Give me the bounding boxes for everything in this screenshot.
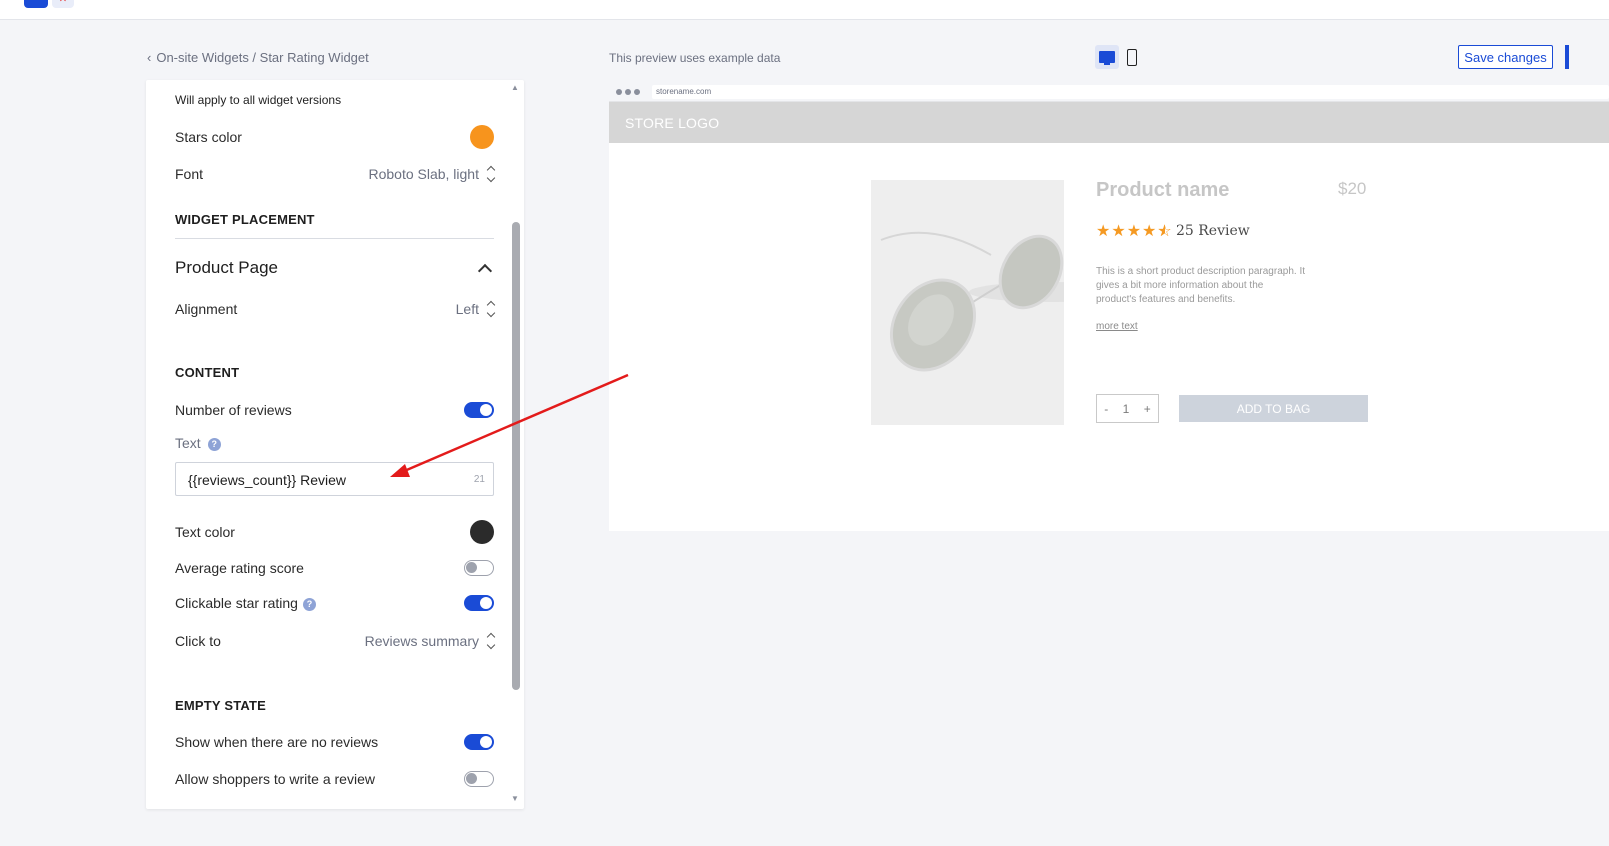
star-icon: ★ bbox=[1126, 223, 1142, 240]
allow-write-row: Allow shoppers to write a review bbox=[175, 771, 494, 787]
widget-placement-heading: WIDGET PLACEMENT bbox=[175, 212, 315, 227]
text-color-label: Text color bbox=[175, 524, 235, 540]
review-count-text[interactable]: 25 Review bbox=[1176, 223, 1250, 239]
click-to-row[interactable]: Click to Reviews summary bbox=[175, 632, 496, 650]
text-field-label: Text? bbox=[175, 435, 221, 451]
updown-icon bbox=[486, 165, 496, 183]
number-of-reviews-toggle[interactable] bbox=[464, 402, 494, 418]
font-select[interactable]: Roboto Slab, light bbox=[368, 165, 496, 183]
top-bar: ✕ bbox=[0, 0, 1609, 20]
product-page-title: Product Page bbox=[175, 258, 279, 277]
number-of-reviews-row: Number of reviews bbox=[175, 402, 494, 418]
font-value: Roboto Slab, light bbox=[368, 166, 479, 182]
scroll-up-icon[interactable]: ▲ bbox=[511, 83, 519, 92]
alignment-row[interactable]: Alignment Left bbox=[175, 300, 496, 318]
apply-note: Will apply to all widget versions bbox=[175, 93, 342, 107]
browser-url-bar: storename.com bbox=[609, 82, 1609, 102]
updown-icon bbox=[486, 632, 496, 650]
product-page-section[interactable]: Product Page bbox=[175, 258, 494, 279]
star-icon: ★ bbox=[1096, 223, 1111, 240]
scroll-down-icon[interactable]: ▼ bbox=[511, 794, 519, 803]
window-dots bbox=[616, 89, 640, 95]
star-icon: ☆ ★ bbox=[1157, 223, 1172, 240]
url-text: storename.com bbox=[652, 85, 1609, 99]
click-to-value: Reviews summary bbox=[364, 633, 479, 649]
close-icon[interactable]: ✕ bbox=[52, 0, 74, 8]
breadcrumb[interactable]: ‹ On-site Widgets / Star Rating Widget bbox=[147, 50, 369, 65]
click-to-label: Click to bbox=[175, 633, 221, 649]
product-image bbox=[871, 180, 1064, 425]
stars-color-label: Stars color bbox=[175, 129, 242, 145]
quantity-stepper[interactable]: - 1 + bbox=[1096, 394, 1159, 423]
click-to-select[interactable]: Reviews summary bbox=[364, 632, 496, 650]
text-color-swatch[interactable] bbox=[470, 520, 494, 544]
show-no-reviews-label: Show when there are no reviews bbox=[175, 734, 379, 750]
show-no-reviews-row: Show when there are no reviews bbox=[175, 734, 494, 750]
help-icon[interactable]: ? bbox=[302, 598, 316, 611]
review-text-value[interactable]: {{reviews_count}} Review bbox=[188, 472, 346, 488]
alignment-value: Left bbox=[455, 301, 479, 317]
qty-plus[interactable]: + bbox=[1144, 402, 1151, 416]
stars-color-row: Stars color bbox=[175, 125, 494, 149]
desktop-view-icon[interactable] bbox=[1095, 45, 1119, 69]
font-label: Font bbox=[175, 166, 204, 182]
average-rating-toggle[interactable] bbox=[464, 560, 494, 576]
font-row[interactable]: Font Roboto Slab, light bbox=[175, 165, 496, 183]
number-of-reviews-label: Number of reviews bbox=[175, 402, 292, 418]
stars-color-swatch[interactable] bbox=[470, 125, 494, 149]
preview-note: This preview uses example data bbox=[609, 51, 781, 65]
product-name: Product name bbox=[1096, 179, 1230, 201]
help-icon[interactable]: ? bbox=[207, 438, 221, 451]
store-header: STORE LOGO bbox=[609, 102, 1609, 143]
chevron-up-icon[interactable] bbox=[477, 263, 493, 279]
sunglasses-image bbox=[871, 180, 1064, 425]
average-rating-label: Average rating score bbox=[175, 560, 304, 576]
text-color-row: Text color bbox=[175, 520, 494, 544]
product-price: $20 bbox=[1338, 179, 1367, 198]
clickable-star-label: Clickable star rating? bbox=[175, 595, 316, 611]
character-count: 21 bbox=[473, 474, 485, 485]
add-to-bag-button[interactable]: ADD TO BAG bbox=[1179, 395, 1368, 422]
star-rating[interactable]: ★ ★ ★ ★ ☆ ★ bbox=[1096, 221, 1172, 241]
alignment-label: Alignment bbox=[175, 301, 238, 317]
content-heading: CONTENT bbox=[175, 365, 240, 380]
empty-state-heading: EMPTY STATE bbox=[175, 698, 267, 713]
scrollbar-thumb[interactable] bbox=[512, 222, 520, 690]
text-label: Text bbox=[175, 435, 201, 451]
breadcrumb-text[interactable]: On-site Widgets / Star Rating Widget bbox=[156, 50, 368, 65]
show-no-reviews-toggle[interactable] bbox=[464, 734, 494, 750]
divider bbox=[175, 238, 494, 239]
store-logo: STORE LOGO bbox=[625, 115, 720, 131]
star-icon: ★ bbox=[1142, 223, 1157, 240]
clickable-star-row: Clickable star rating? bbox=[175, 595, 494, 611]
app-logo[interactable] bbox=[24, 0, 48, 8]
average-rating-row: Average rating score bbox=[175, 560, 494, 576]
clickable-star-toggle[interactable] bbox=[464, 595, 494, 611]
star-icon: ★ bbox=[1111, 223, 1126, 240]
clickable-star-label-text: Clickable star rating bbox=[175, 595, 298, 611]
updown-icon bbox=[486, 300, 496, 318]
qty-minus[interactable]: - bbox=[1104, 402, 1108, 416]
more-text-link[interactable]: more text bbox=[1096, 321, 1138, 332]
mobile-view-icon[interactable] bbox=[1124, 46, 1140, 68]
store-preview: storename.com STORE LOGO Product name $2… bbox=[609, 82, 1609, 531]
product-description: This is a short product description para… bbox=[1096, 266, 1305, 305]
allow-write-toggle[interactable] bbox=[464, 771, 494, 787]
qty-value: 1 bbox=[1122, 401, 1130, 416]
allow-write-label: Allow shoppers to write a review bbox=[175, 771, 375, 787]
review-text-input[interactable]: {{reviews_count}} Review 21 bbox=[175, 462, 494, 496]
cut-off-button[interactable] bbox=[1565, 45, 1569, 69]
save-changes-button[interactable]: Save changes bbox=[1458, 45, 1553, 69]
alignment-select[interactable]: Left bbox=[455, 300, 496, 318]
chevron-left-icon[interactable]: ‹ bbox=[147, 50, 151, 65]
settings-panel: ▲ ▼ Will apply to all widget versions St… bbox=[146, 80, 524, 809]
